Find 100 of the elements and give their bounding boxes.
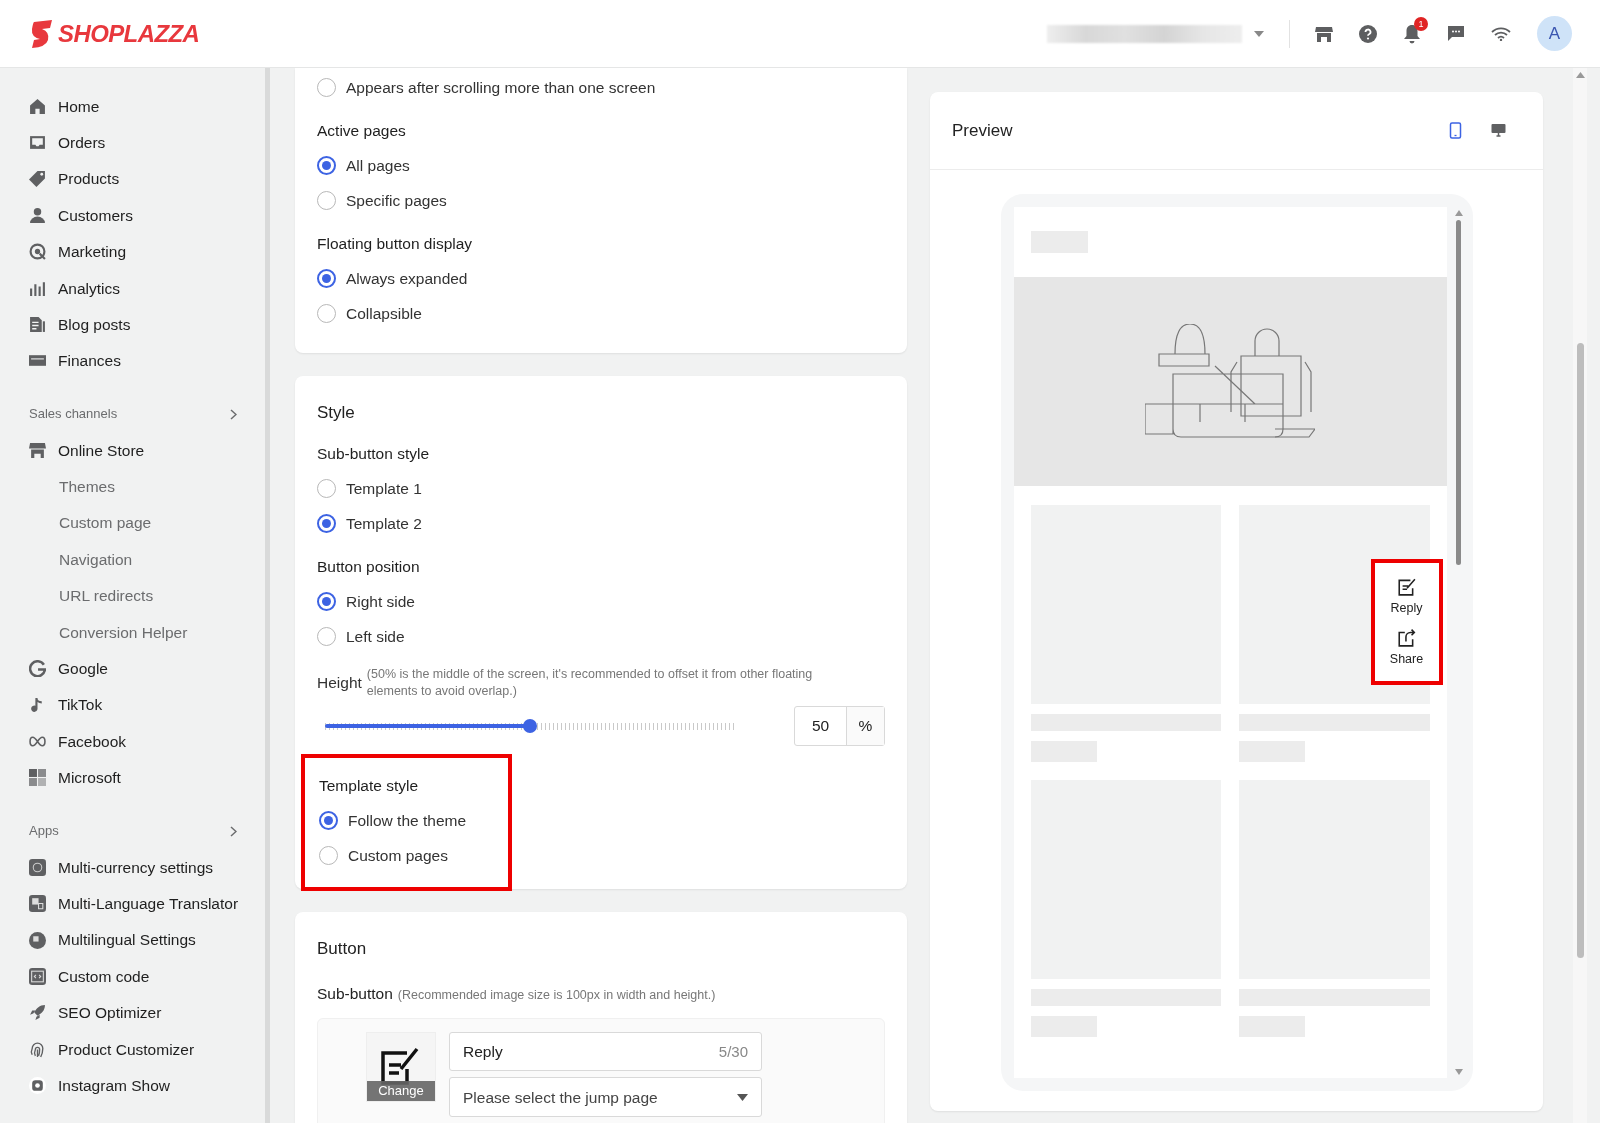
nav-item[interactable]: Products [0,160,265,198]
rocket-icon [28,1004,46,1022]
tray-icon [28,134,46,152]
nav-subitem[interactable]: Custom page [0,504,265,542]
nav-item[interactable]: Facebook [0,723,265,760]
field-value: Reply [463,1042,503,1063]
phone-icon[interactable] [1447,122,1464,139]
radio-label: Collapsible [346,303,422,324]
hint-text: (50% is the middle of the screen, it's recommended to offset it from other floating elements to avoid overlap.) [366,666,814,700]
radio-label: Always expanded [346,268,468,289]
nav-item[interactable]: Finances [0,342,265,380]
nav-item[interactable]: Microsoft [0,759,265,797]
radio-label: Specific pages [346,190,447,211]
icon-upload[interactable]: Change [366,1032,436,1103]
scroll-up-icon[interactable] [1454,210,1463,216]
field-label: Height [317,673,362,694]
tag-icon [28,170,46,188]
group-title: Template style [319,775,420,796]
preview-title: Preview [952,119,1013,142]
nav-item[interactable]: Google [0,650,265,687]
scroll-down-icon[interactable] [1454,1069,1463,1075]
card-title: Button [317,938,368,958]
help-icon[interactable] [1359,24,1377,43]
nav-subitem[interactable]: URL redirects [0,577,265,615]
wifi-icon[interactable] [1491,26,1511,41]
nav-item[interactable]: Blog posts [0,306,265,343]
nav-item[interactable]: Multi-Language Translator [0,885,265,922]
scroll-thumb[interactable] [1576,343,1584,958]
nav-item[interactable]: Analytics [0,269,265,307]
nav-item[interactable]: Orders [0,124,265,161]
nav-item[interactable]: Customers [0,197,265,234]
jump-page-select[interactable]: Please select the jump page [449,1077,762,1118]
g-icon [28,660,46,678]
radio-label: Right side [346,591,415,612]
nav-subitem[interactable]: Themes [0,468,265,505]
house-icon [28,97,46,115]
camera-app-icon [28,1077,46,1095]
section-header[interactable]: Sales channels [0,396,265,433]
radio-label: Template 1 [346,478,422,499]
chevron-right-icon [230,408,237,420]
placeholder-text: Please select the jump page [463,1087,658,1108]
storefront-icon [28,441,46,459]
person-icon [28,206,46,224]
radio-button[interactable] [319,811,338,830]
window-grid-icon [28,769,46,787]
nav-item[interactable]: SEO Optimizer [0,994,265,1031]
change-button[interactable]: Change [367,1081,435,1102]
nav-item[interactable]: Instagram Show [0,1067,265,1104]
caret-down-icon [737,1093,748,1101]
radio-label: Left side [346,626,405,647]
storefront-icon[interactable] [1315,25,1333,42]
scroll-thumb[interactable] [1456,220,1461,565]
field-label: Sub-button [317,984,393,1004]
group-title: Sub-button style [317,443,430,464]
nav-item[interactable]: Online Store [0,432,265,469]
radio-button[interactable] [317,514,336,533]
radio-button[interactable] [317,269,336,288]
char-counter: 5/30 [718,1041,748,1062]
notification-badge: 1 [1414,16,1428,31]
section-header[interactable]: Apps [0,813,265,850]
caret-down-icon [1254,30,1264,37]
nav-item[interactable]: Custom code [0,958,265,995]
radio-label: All pages [346,155,410,176]
radio-label: Follow the theme [348,810,467,831]
slider-thumb[interactable] [523,719,537,733]
target-icon [28,243,46,261]
share-icon [1397,627,1416,647]
scroll-up-icon[interactable] [1575,72,1585,78]
floating-button[interactable]: Share [1389,627,1424,669]
avatar[interactable]: A [1537,16,1572,51]
unit-label: % [847,707,884,745]
radio-button[interactable] [317,156,336,175]
chevron-right-icon [230,825,237,837]
radio-label: Appears after scrolling more than one screen [346,77,656,98]
nav-subitem[interactable]: Navigation [0,541,265,578]
document-icon [28,316,46,334]
group-title: Active pages [317,120,407,141]
nav-subitem[interactable]: Conversion Helper [0,614,265,651]
nav-item[interactable]: Marketing [0,233,265,270]
fingerprint-icon [28,1040,46,1058]
card-title: Style [317,402,356,422]
nav-item[interactable]: Product Customizer [0,1031,265,1068]
nav-item[interactable]: TikTok [0,686,265,724]
nav-item[interactable]: Home [0,88,265,125]
bell-icon[interactable] [1403,23,1421,44]
monitor-icon[interactable] [1490,122,1507,139]
group-title: Floating button display [317,233,474,254]
floating-button[interactable]: Reply [1390,577,1423,618]
bar-chart-icon [28,279,46,297]
radio-button[interactable] [317,592,336,611]
name-field[interactable]: Reply 5/30 [449,1032,762,1072]
group-title: Button position [317,556,421,577]
nav-item[interactable]: Multi-currency settings [0,849,265,886]
code-app-icon [28,967,46,985]
nav-item[interactable]: Multilingual Settings [0,921,265,959]
chat-icon[interactable] [1447,25,1465,42]
radio-label: Custom pages [348,845,448,866]
hint-text: (Recommended image size is 100px in width and height.) [397,987,716,1004]
note-edit-icon [1397,577,1416,596]
logo-text: SHOPLAZZA [58,18,200,49]
